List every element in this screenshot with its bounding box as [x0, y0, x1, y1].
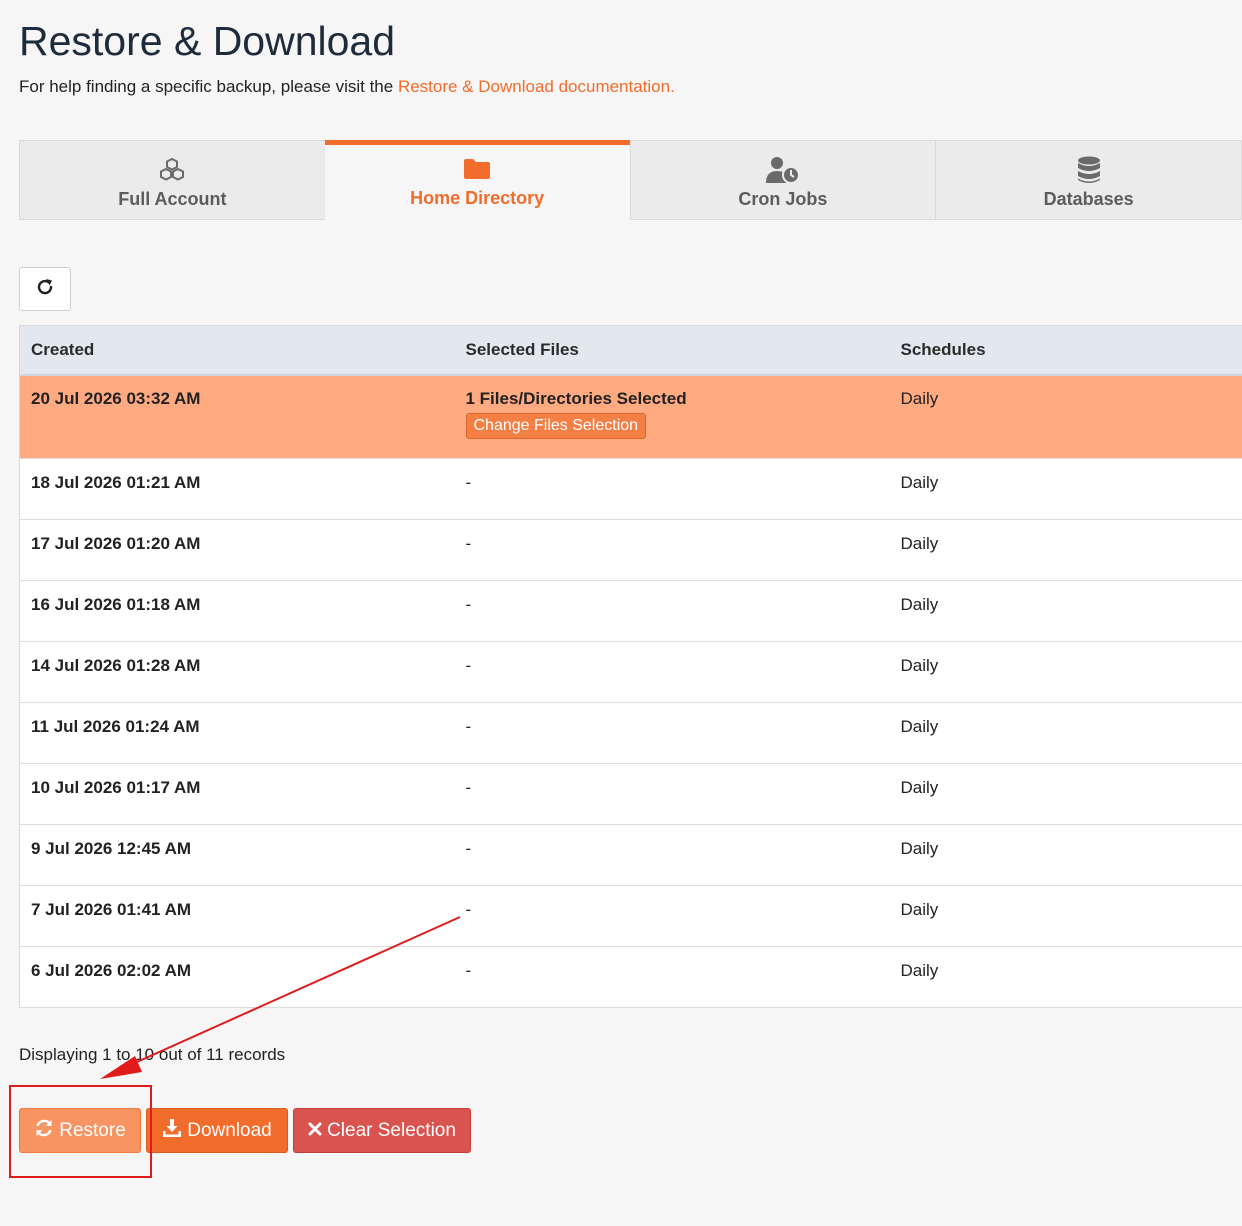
table-row[interactable]: 14 Jul 2026 01:28 AM - Daily [19, 641, 1242, 703]
documentation-link[interactable]: Restore & Download documentation. [398, 77, 675, 96]
cell-created: 9 Jul 2026 12:45 AM [19, 824, 455, 886]
change-files-selection-button[interactable]: Change Files Selection [465, 413, 647, 439]
help-text: For help finding a specific backup, plea… [19, 76, 675, 98]
tab-label: Cron Jobs [738, 189, 828, 209]
cell-selected-files: - [454, 641, 890, 703]
tab-home-directory[interactable]: Home Directory [324, 140, 630, 220]
cell-created: 16 Jul 2026 01:18 AM [19, 580, 455, 642]
table-row[interactable]: 6 Jul 2026 02:02 AM - Daily [19, 946, 1242, 1008]
cell-selected-files: - [454, 763, 890, 825]
files-selected-count: 1 Files/Directories Selected [465, 389, 687, 408]
database-icon [1077, 156, 1101, 184]
cell-created: 18 Jul 2026 01:21 AM [19, 458, 455, 520]
table-row[interactable]: 7 Jul 2026 01:41 AM - Daily [19, 885, 1242, 947]
cell-selected-files: 1 Files/Directories Selected Change File… [454, 375, 890, 459]
table-row[interactable]: 18 Jul 2026 01:21 AM - Daily [19, 458, 1242, 520]
table-row-selected[interactable]: 20 Jul 2026 03:32 AM 1 Files/Directories… [19, 375, 1242, 459]
help-text-prefix: For help finding a specific backup, plea… [19, 77, 398, 96]
tab-cron-jobs[interactable]: Cron Jobs [629, 140, 936, 220]
cell-schedule: Daily [889, 702, 1242, 764]
clear-selection-button[interactable]: Clear Selection [293, 1108, 471, 1153]
cell-schedule: Daily [889, 458, 1242, 520]
cell-selected-files: - [454, 580, 890, 642]
cell-selected-files: - [454, 946, 890, 1008]
cell-selected-files: - [454, 885, 890, 947]
cubes-icon [159, 156, 185, 184]
records-info: Displaying 1 to 10 out of 11 records [19, 1045, 286, 1064]
restore-label: Restore [59, 1119, 126, 1141]
cell-schedule: Daily [889, 885, 1242, 947]
sync-icon [34, 1118, 54, 1144]
refresh-button[interactable] [19, 267, 71, 311]
close-icon [308, 1120, 322, 1142]
column-header-created[interactable]: Created [19, 325, 455, 376]
page-title: Restore & Download [19, 18, 396, 64]
cell-selected-files: - [454, 824, 890, 886]
table-row[interactable]: 11 Jul 2026 01:24 AM - Daily [19, 702, 1242, 764]
tab-label: Databases [1043, 189, 1134, 209]
action-buttons: Restore Download Clear Selection [19, 1108, 471, 1153]
table-row[interactable]: 17 Jul 2026 01:20 AM - Daily [19, 519, 1242, 581]
cell-schedule: Daily [889, 641, 1242, 703]
table-header-row: Created Selected Files Schedules [19, 325, 1242, 376]
cell-schedule: Daily [889, 946, 1242, 1008]
clear-selection-label: Clear Selection [327, 1119, 456, 1141]
tab-label: Full Account [118, 189, 227, 209]
cell-schedule: Daily [889, 580, 1242, 642]
cell-selected-files: - [454, 458, 890, 520]
cell-created: 20 Jul 2026 03:32 AM [19, 375, 455, 459]
tab-label: Home Directory [410, 188, 545, 208]
download-button[interactable]: Download [146, 1108, 288, 1153]
folder-icon [463, 155, 491, 183]
refresh-icon [35, 277, 55, 302]
cell-created: 11 Jul 2026 01:24 AM [19, 702, 455, 764]
cell-selected-files: - [454, 702, 890, 764]
table-row[interactable]: 9 Jul 2026 12:45 AM - Daily [19, 824, 1242, 886]
tab-full-account[interactable]: Full Account [19, 140, 325, 220]
column-header-selected-files[interactable]: Selected Files [454, 325, 890, 376]
download-label: Download [187, 1119, 272, 1141]
cell-created: 17 Jul 2026 01:20 AM [19, 519, 455, 581]
column-header-schedules[interactable]: Schedules [889, 325, 1242, 376]
backup-type-tabs: Full Account Home Directory Cron Jobs Da… [19, 140, 1242, 220]
cell-created: 14 Jul 2026 01:28 AM [19, 641, 455, 703]
cell-schedule: Daily [889, 824, 1242, 886]
download-icon [162, 1118, 182, 1144]
restore-button[interactable]: Restore [19, 1108, 141, 1153]
cell-selected-files: - [454, 519, 890, 581]
table-row[interactable]: 16 Jul 2026 01:18 AM - Daily [19, 580, 1242, 642]
backups-table: Created Selected Files Schedules 20 Jul … [19, 325, 1242, 1008]
table-row[interactable]: 10 Jul 2026 01:17 AM - Daily [19, 763, 1242, 825]
cell-created: 10 Jul 2026 01:17 AM [19, 763, 455, 825]
cell-created: 7 Jul 2026 01:41 AM [19, 885, 455, 947]
tab-databases[interactable]: Databases [935, 140, 1242, 220]
cell-schedule: Daily [889, 375, 1242, 459]
cell-schedule: Daily [889, 763, 1242, 825]
cell-created: 6 Jul 2026 02:02 AM [19, 946, 455, 1008]
cell-schedule: Daily [889, 519, 1242, 581]
user-clock-icon [765, 156, 800, 184]
